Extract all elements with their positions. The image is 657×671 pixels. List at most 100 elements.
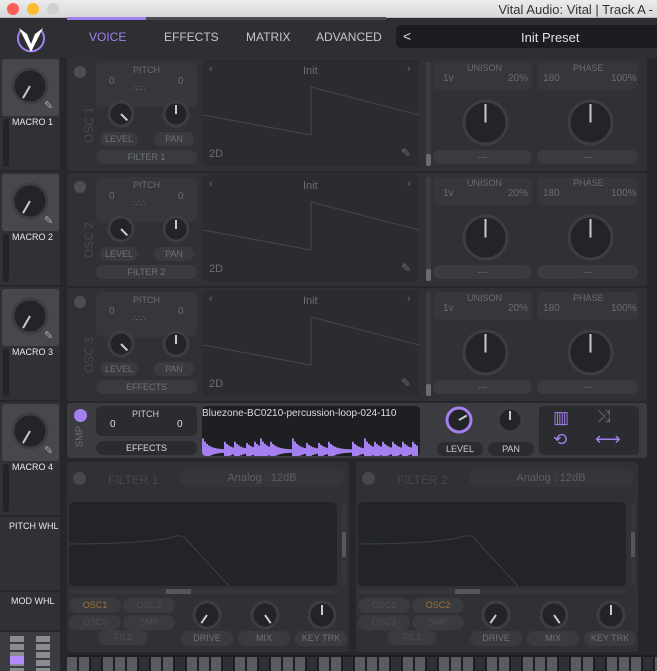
piano-key[interactable] xyxy=(79,657,89,671)
piano-key[interactable] xyxy=(451,657,461,671)
filter-response-display[interactable] xyxy=(69,502,337,586)
piano-key[interactable] xyxy=(163,657,173,671)
piano-key[interactable] xyxy=(523,657,533,671)
osc-power-toggle[interactable] xyxy=(74,296,86,308)
piano-key[interactable] xyxy=(187,657,197,671)
piano-key[interactable] xyxy=(379,657,389,671)
wave-frame-slider[interactable] xyxy=(426,62,431,166)
preset-selector[interactable]: < Init Preset xyxy=(396,25,657,48)
pitch-transpose[interactable]: 0 xyxy=(109,306,115,317)
piano-key[interactable] xyxy=(355,657,365,671)
pitch-tune[interactable]: 0 xyxy=(178,191,184,202)
piano-key[interactable] xyxy=(583,657,593,671)
piano-key[interactable] xyxy=(403,657,413,671)
piano-key[interactable] xyxy=(499,657,509,671)
pan-knob[interactable] xyxy=(162,215,190,243)
edit-pencil-icon[interactable]: ✎ xyxy=(44,444,53,457)
edit-pencil-icon[interactable]: ✎ xyxy=(44,99,53,112)
sampler-pan-knob[interactable] xyxy=(496,406,524,434)
macro-slider[interactable] xyxy=(3,234,9,282)
filter-route-selector[interactable]: EFFECTS xyxy=(96,380,197,394)
piano-key[interactable] xyxy=(571,657,581,671)
osc-power-toggle[interactable] xyxy=(74,181,86,193)
unison-detune[interactable]: 20% xyxy=(508,188,528,199)
filter-model-selector[interactable]: Analog : 12dB xyxy=(180,469,344,487)
piano-key[interactable] xyxy=(307,657,317,671)
phase-mod-selector[interactable]: --- xyxy=(537,380,638,394)
drive-knob[interactable] xyxy=(192,600,222,630)
filter-source-osc3[interactable]: OSC3 xyxy=(69,615,121,630)
phase-knob[interactable] xyxy=(567,99,614,146)
unison-knob[interactable] xyxy=(462,329,509,376)
unison-knob[interactable] xyxy=(462,214,509,261)
keyboard[interactable] xyxy=(67,655,657,671)
phase-knob[interactable] xyxy=(567,214,614,261)
wave-frame-slider[interactable] xyxy=(426,292,431,396)
edit-wavetable-icon[interactable]: ✎ xyxy=(401,261,411,275)
filter-source-osc1[interactable]: OSC1 xyxy=(358,598,410,613)
prev-wavetable-button[interactable]: ‹ xyxy=(209,293,213,305)
mix-knob[interactable] xyxy=(539,600,569,630)
wave-frame-slider[interactable] xyxy=(426,177,431,281)
sampler-level-knob[interactable] xyxy=(445,406,473,434)
piano-key[interactable] xyxy=(391,657,401,671)
piano-key[interactable] xyxy=(427,657,437,671)
pan-knob[interactable] xyxy=(162,330,190,358)
piano-key[interactable] xyxy=(511,657,521,671)
unison-mod-selector[interactable]: --- xyxy=(433,265,532,279)
piano-key[interactable] xyxy=(151,657,161,671)
loop-icon[interactable]: ⟲ xyxy=(553,430,567,450)
filter-source-osc3[interactable]: OSC3 xyxy=(358,615,410,630)
phase-randomize[interactable]: 100% xyxy=(611,188,637,199)
piano-key[interactable] xyxy=(199,657,209,671)
unison-detune[interactable]: 20% xyxy=(508,303,528,314)
piano-key[interactable] xyxy=(343,657,353,671)
piano-key[interactable] xyxy=(283,657,293,671)
unison-voices[interactable]: 1v xyxy=(443,188,454,199)
piano-key[interactable] xyxy=(595,657,605,671)
sampler-route-selector[interactable]: EFFECTS xyxy=(96,441,197,455)
filter-source-osc2[interactable]: OSC2 xyxy=(123,598,175,613)
wavetable-display[interactable]: Init ‹ › 2D ✎ xyxy=(203,60,419,166)
phase-value[interactable]: 180 xyxy=(543,303,560,314)
phase-mod-selector[interactable]: --- xyxy=(537,265,638,279)
level-knob[interactable] xyxy=(107,215,135,243)
pitch-transpose[interactable]: 0 xyxy=(109,76,115,87)
edit-wavetable-icon[interactable]: ✎ xyxy=(401,146,411,160)
phase-randomize[interactable]: 100% xyxy=(611,303,637,314)
piano-key[interactable] xyxy=(67,657,77,671)
edit-pencil-icon[interactable]: ✎ xyxy=(44,214,53,227)
mix-knob[interactable] xyxy=(250,600,280,630)
macro-slider[interactable] xyxy=(3,464,9,512)
phase-randomize[interactable]: 100% xyxy=(611,73,637,84)
next-wavetable-button[interactable]: › xyxy=(407,178,411,190)
piano-key[interactable] xyxy=(271,657,281,671)
unison-knob[interactable] xyxy=(462,99,509,146)
tab-advanced[interactable]: ADVANCED xyxy=(316,30,382,44)
filter-power-toggle[interactable] xyxy=(362,472,375,485)
bounce-icon[interactable]: ⟷ xyxy=(595,429,621,450)
piano-key[interactable] xyxy=(607,657,617,671)
piano-key[interactable] xyxy=(175,657,185,671)
piano-key[interactable] xyxy=(439,657,449,671)
filter-power-toggle[interactable] xyxy=(73,472,86,485)
keyboard-track-icon[interactable]: ▥ xyxy=(553,408,569,428)
piano-key[interactable] xyxy=(535,657,545,671)
filter-cross-route[interactable]: FIL2 xyxy=(98,630,148,645)
piano-key[interactable] xyxy=(367,657,377,671)
tab-voice[interactable]: VOICE xyxy=(89,30,126,44)
filter-blend-slider[interactable] xyxy=(358,589,626,594)
filter-source-osc2[interactable]: OSC2 xyxy=(412,598,464,613)
piano-key[interactable] xyxy=(547,657,557,671)
unison-mod-selector[interactable]: --- xyxy=(433,150,532,164)
next-wavetable-button[interactable]: › xyxy=(407,293,411,305)
filter-route-selector[interactable]: FILTER 2 xyxy=(96,265,197,279)
phase-value[interactable]: 180 xyxy=(543,188,560,199)
pitch-tune[interactable]: 0 xyxy=(178,76,184,87)
close-window-button[interactable] xyxy=(7,3,19,15)
wavetable-display[interactable]: Init ‹ › 2D ✎ xyxy=(203,290,419,396)
filter-source-smp[interactable]: SMP xyxy=(123,615,175,630)
random-start-icon[interactable]: ⤨ xyxy=(597,407,611,427)
pitch-wheel[interactable]: PITCH WHL xyxy=(0,517,60,590)
key-track-knob[interactable] xyxy=(307,600,337,630)
